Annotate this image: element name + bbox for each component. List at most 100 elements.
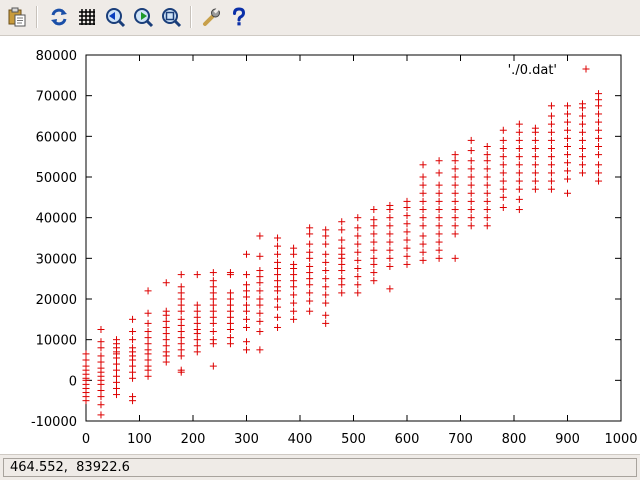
data-point — [193, 301, 201, 309]
data-point — [564, 175, 571, 183]
data-point — [226, 326, 234, 333]
data-point — [177, 340, 185, 348]
data-point — [370, 206, 378, 214]
data-point — [226, 295, 234, 303]
data-point — [162, 330, 170, 338]
data-point — [97, 326, 105, 333]
plot-canvas[interactable]: 0 100 200 300 400 500 600 700 800 900 1000 -10000 0 1… — [0, 36, 640, 454]
data-point — [338, 244, 346, 252]
data-point — [483, 173, 491, 181]
data-point — [193, 336, 201, 344]
toolbar-separator — [190, 6, 192, 28]
data-point — [354, 240, 362, 248]
data-point — [435, 169, 443, 177]
data-point — [419, 173, 427, 181]
data-point — [306, 224, 314, 232]
replot-button[interactable] — [48, 6, 70, 28]
data-point — [274, 295, 282, 303]
data-point — [578, 169, 586, 177]
data-point — [370, 269, 378, 277]
data-point — [177, 307, 185, 315]
data-point — [467, 206, 475, 214]
data-point — [144, 362, 152, 370]
data-point — [564, 159, 571, 167]
data-point — [274, 313, 282, 321]
legend-marker — [582, 65, 590, 73]
help-button[interactable] — [228, 6, 250, 28]
data-point — [483, 181, 491, 189]
data-point — [595, 177, 603, 185]
data-point — [322, 299, 330, 307]
data-point — [226, 340, 234, 348]
plot-border — [85, 54, 622, 422]
y-tick-label: 40000 — [36, 212, 77, 227]
data-point — [531, 177, 539, 185]
data-point — [274, 265, 282, 272]
data-point — [515, 136, 523, 144]
data-point — [322, 232, 330, 240]
help-icon — [233, 7, 246, 26]
data-point — [193, 326, 201, 333]
data-point — [499, 204, 507, 211]
options-button[interactable] — [200, 6, 222, 28]
data-point — [419, 248, 427, 256]
data-point — [144, 328, 152, 336]
data-point — [419, 206, 427, 214]
grid-button[interactable] — [76, 6, 98, 28]
data-point — [274, 258, 282, 266]
data-point — [290, 307, 298, 315]
zoom-previous-icon — [106, 8, 126, 28]
data-point — [129, 315, 137, 323]
data-point — [403, 228, 411, 236]
data-point — [499, 126, 507, 134]
data-point — [451, 165, 459, 173]
data-point — [256, 295, 264, 303]
data-point — [338, 226, 346, 234]
data-point — [306, 254, 314, 262]
x-tick-label: 300 — [234, 432, 259, 447]
data-point — [306, 240, 314, 248]
data-point — [226, 334, 234, 342]
data-point — [322, 226, 330, 234]
data-point — [483, 189, 491, 197]
data-point — [547, 177, 555, 185]
data-point — [531, 136, 539, 144]
data-point — [467, 157, 475, 165]
data-point — [144, 372, 152, 380]
data-point — [483, 143, 491, 150]
data-point — [499, 185, 507, 193]
copy-to-clipboard-button[interactable] — [6, 6, 28, 28]
zoom-next-button[interactable] — [132, 6, 154, 28]
toolbar — [0, 0, 640, 36]
data-point — [354, 273, 362, 281]
data-point — [274, 283, 282, 291]
data-point — [419, 222, 427, 230]
data-point — [483, 197, 491, 205]
data-point — [290, 244, 298, 252]
data-point — [322, 319, 330, 327]
data-point — [162, 307, 170, 315]
data-point — [338, 281, 346, 289]
data-point — [129, 368, 137, 376]
data-point — [209, 313, 217, 321]
toolbar-separator — [36, 6, 38, 28]
data-point — [112, 366, 120, 374]
zoom-previous-button[interactable] — [104, 6, 126, 28]
data-point — [595, 102, 603, 110]
data-point — [243, 338, 250, 346]
data-point — [144, 287, 152, 295]
data-point — [595, 90, 603, 98]
data-point — [386, 262, 394, 270]
data-point — [144, 309, 152, 317]
data-point — [435, 157, 443, 165]
data-point — [162, 336, 170, 344]
data-point — [547, 112, 555, 120]
data-point — [162, 342, 170, 350]
autoscale-button[interactable] — [160, 6, 182, 28]
data-point — [129, 344, 137, 352]
replot-icon — [51, 8, 67, 26]
data-point — [578, 145, 586, 153]
data-point — [354, 232, 362, 240]
data-point — [451, 151, 459, 159]
data-point — [595, 161, 603, 169]
